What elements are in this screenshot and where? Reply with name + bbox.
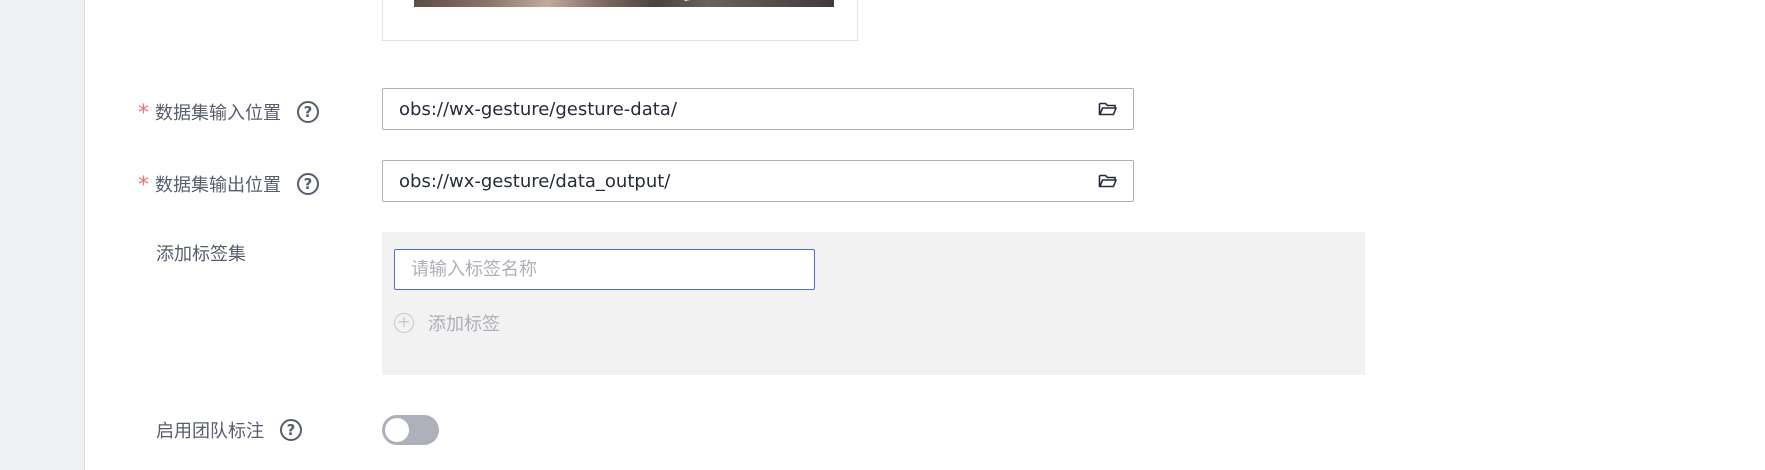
team-labeling-label-group: 启用团队标注 ? [156,415,302,445]
toggle-knob [385,418,409,442]
folder-open-icon[interactable] [1083,161,1133,201]
output-location-label-group: * 数据集输出位置 ? [138,169,319,199]
output-location-value: obs://wx-gesture/data_output/ [399,170,671,192]
input-location-value: obs://wx-gesture/gesture-data/ [399,98,677,120]
sample-image-thumbnail [414,0,834,7]
team-labeling-label: 启用团队标注 [156,421,264,442]
tag-set-label: 添加标签集 [156,244,246,265]
input-location-field[interactable]: obs://wx-gesture/gesture-data/ [382,88,1134,130]
required-asterisk: * [138,173,149,198]
add-tag-label: 添加标签 [428,314,500,335]
help-circle-icon[interactable]: ? [297,173,319,195]
required-asterisk: * [138,101,149,126]
plus-circle-icon: + [394,313,414,333]
input-location-label-group: * 数据集输入位置 ? [138,97,319,127]
team-labeling-toggle[interactable] [382,415,439,445]
tag-name-input[interactable] [394,249,815,290]
help-circle-icon[interactable]: ? [297,101,319,123]
help-circle-icon[interactable]: ? [280,419,302,441]
output-location-field[interactable]: obs://wx-gesture/data_output/ [382,160,1134,202]
dataset-form: * 数据集输入位置 ? obs://wx-gesture/gesture-dat… [85,0,1765,470]
tag-set-panel: + 添加标签 [382,232,1365,375]
input-location-label: 数据集输入位置 [155,103,281,124]
image-preview-frame [382,0,858,41]
tag-set-label-group: 添加标签集 [156,238,246,268]
output-location-label: 数据集输出位置 [155,175,281,196]
left-sidebar-rail [0,0,85,470]
folder-open-icon[interactable] [1083,89,1133,129]
add-tag-button[interactable]: + 添加标签 [394,310,500,336]
